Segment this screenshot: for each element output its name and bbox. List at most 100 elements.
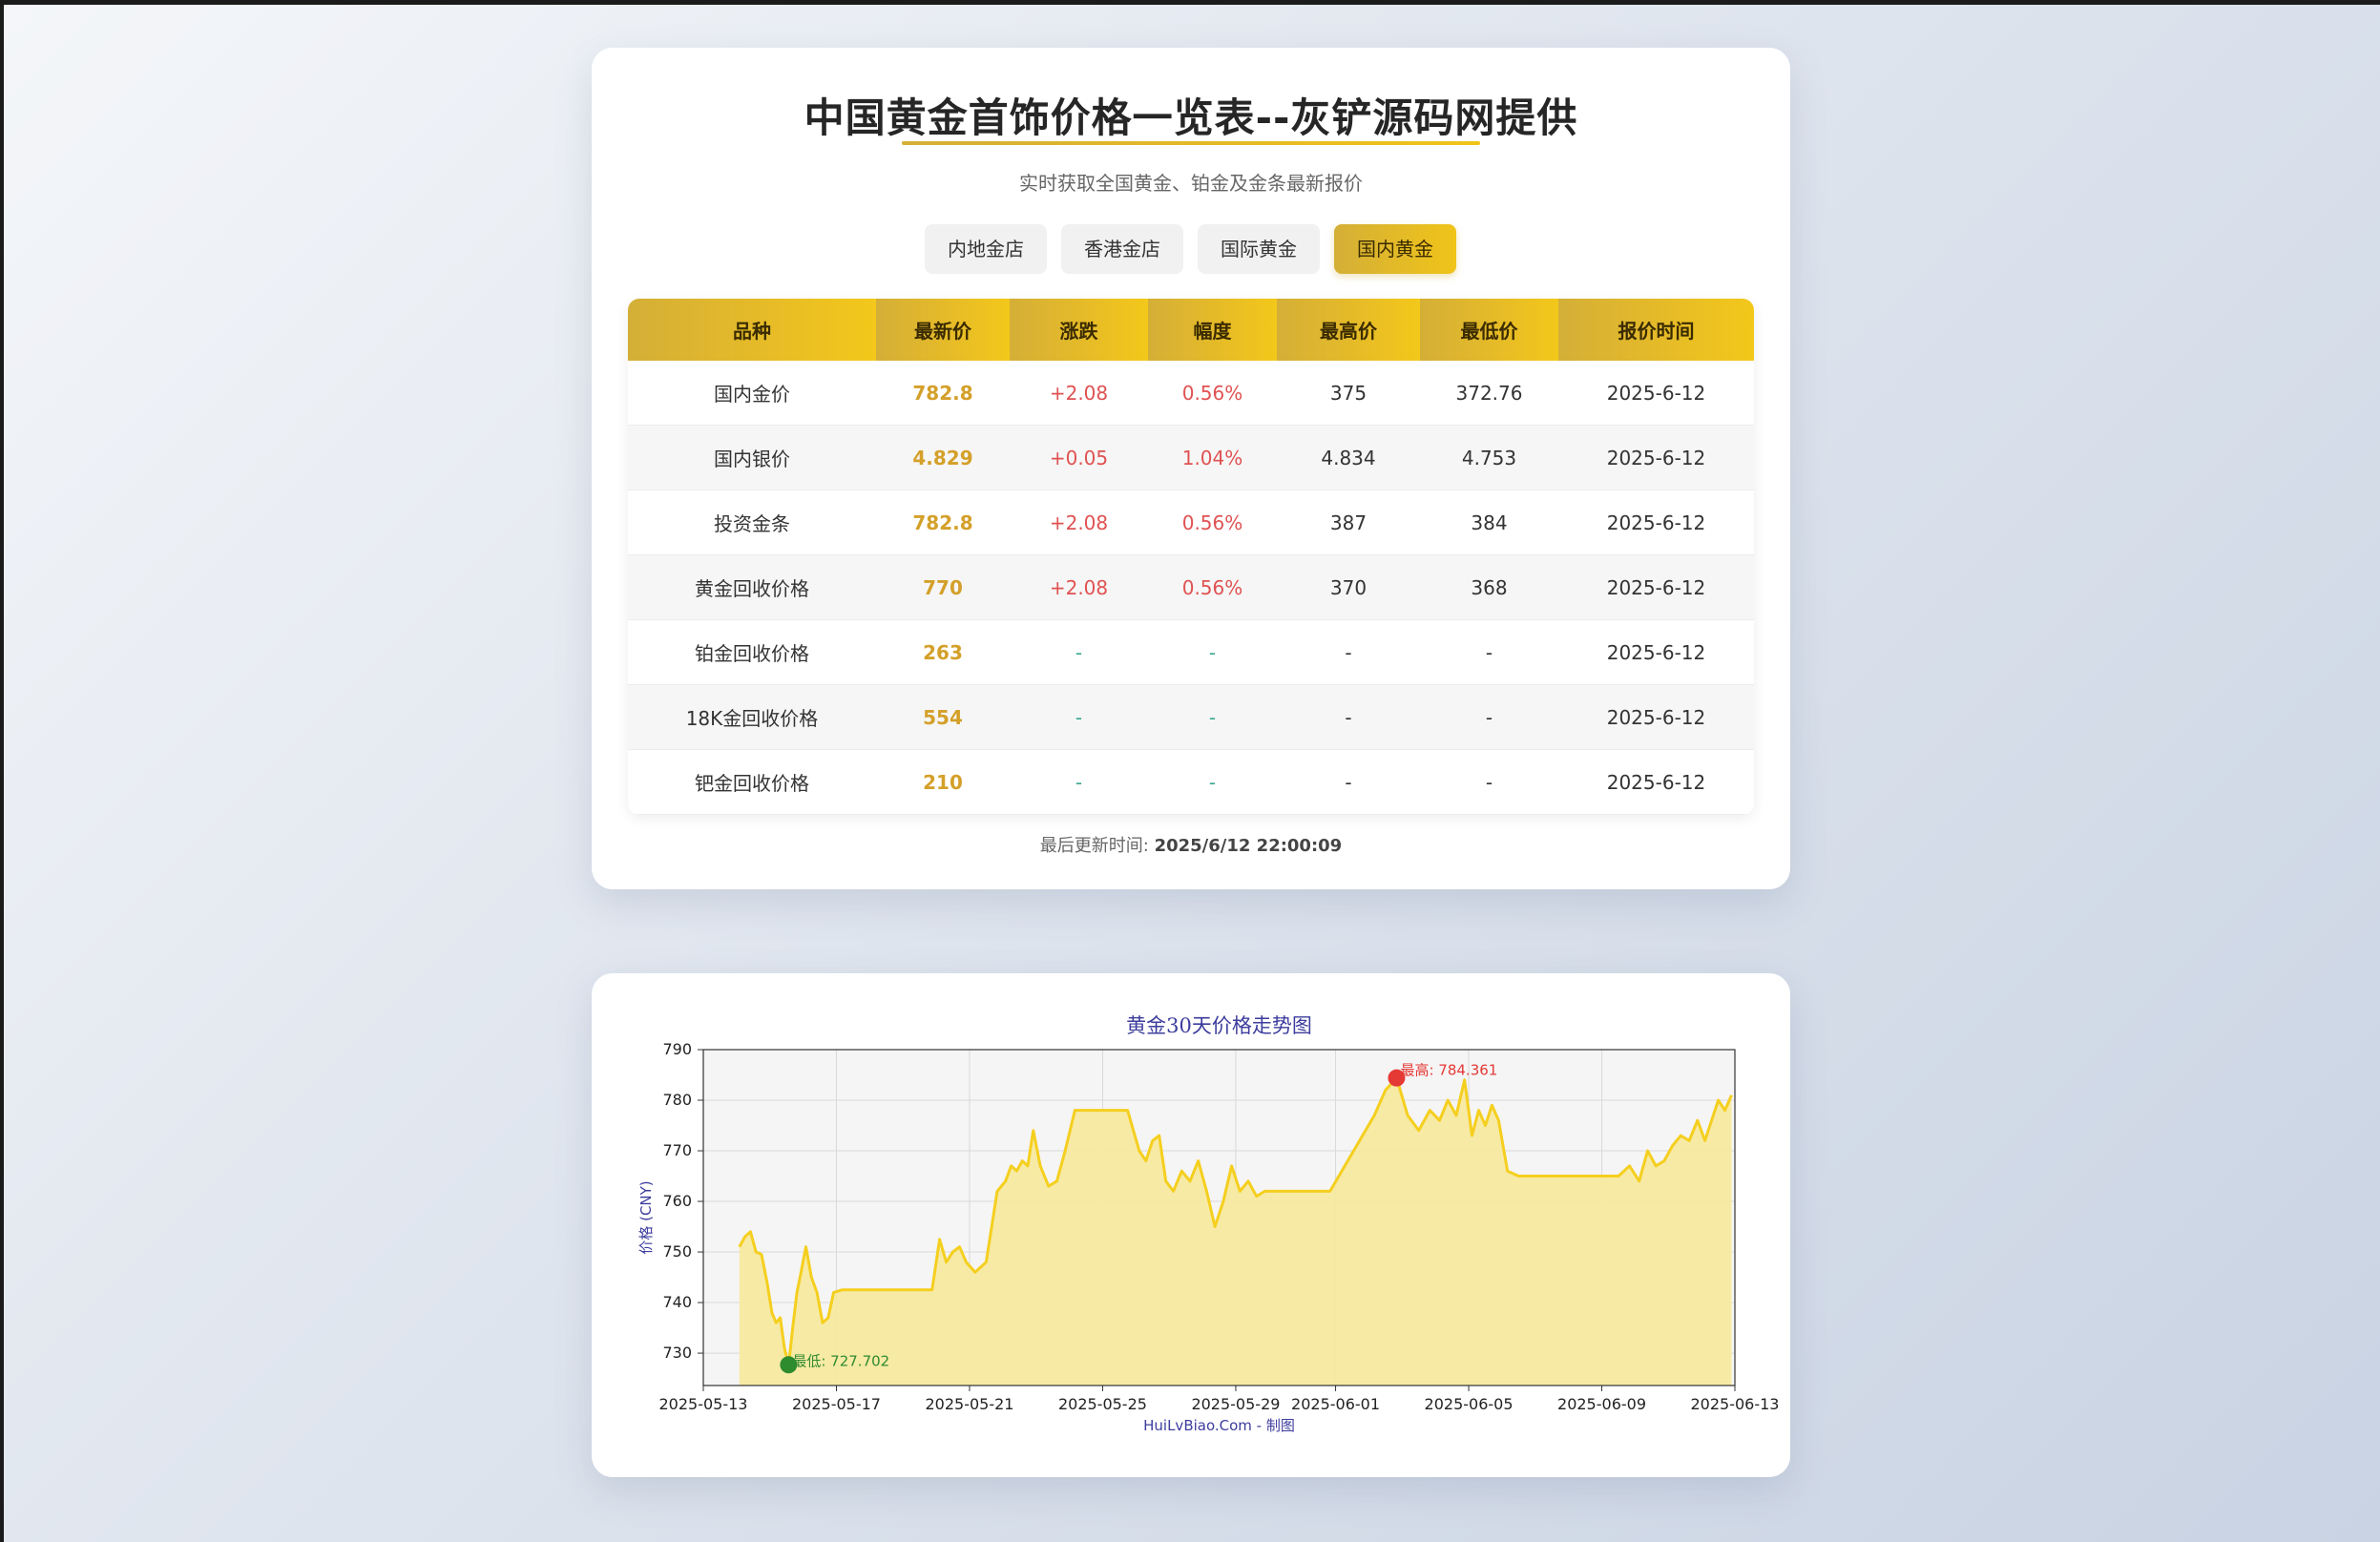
- last-updated-label: 最后更新时间:: [1039, 836, 1149, 856]
- table-row: 铂金回收价格 263 - - - - 2025-6-12: [628, 619, 1754, 685]
- column-header: 最新价: [876, 299, 1010, 361]
- cell-variety: 国内金价: [628, 361, 876, 426]
- column-header: 报价时间: [1558, 299, 1754, 361]
- x-tick-label: 2025-05-25: [1058, 1395, 1147, 1413]
- cell-variety: 铂金回收价格: [628, 619, 876, 685]
- table-row: 投资金条 782.8 +2.08 0.56% 387 384 2025-6-12: [628, 490, 1754, 555]
- y-tick-label: 760: [662, 1192, 692, 1210]
- cell-change-percent: 1.04%: [1148, 425, 1277, 490]
- cell-variety: 钯金回收价格: [628, 749, 876, 815]
- chart-ylabel: 价格 (CNY): [637, 1180, 655, 1254]
- cell-high: -: [1277, 684, 1420, 750]
- cell-change-percent: 0.56%: [1148, 554, 1277, 620]
- cell-quote-time: 2025-6-12: [1558, 554, 1754, 620]
- page-title: 中国黄金首饰价格一览表--灰铲源码网提供: [804, 94, 1578, 141]
- cell-latest-price: 210: [876, 749, 1010, 815]
- price-table-card: 中国黄金首饰价格一览表--灰铲源码网提供 实时获取全国黄金、铂金及金条最新报价 …: [592, 48, 1790, 889]
- page-subtitle: 实时获取全国黄金、铂金及金条最新报价: [1019, 172, 1363, 195]
- x-tick-label: 2025-06-13: [1691, 1395, 1780, 1413]
- table-row: 18K金回收价格 554 - - - - 2025-6-12: [628, 684, 1754, 750]
- cell-high: -: [1277, 619, 1420, 685]
- column-header: 最高价: [1277, 299, 1420, 361]
- tab-mainland-stores[interactable]: 内地金店: [925, 224, 1047, 274]
- tab-international-gold[interactable]: 国际黄金: [1198, 224, 1320, 274]
- cell-latest-price: 554: [876, 684, 1010, 750]
- cell-variety: 国内银价: [628, 425, 876, 490]
- cell-low: 4.753: [1420, 425, 1558, 490]
- column-header: 涨跌: [1010, 299, 1148, 361]
- tab-hongkong-stores[interactable]: 香港金店: [1061, 224, 1183, 274]
- gold-price-chart: 2025-05-13 2025-05-17 2025-05-21 2025-05-25…: [637, 1014, 1780, 1434]
- cell-high: 4.834: [1277, 425, 1420, 490]
- cell-latest-price: 782.8: [876, 490, 1010, 555]
- y-tick-label: 790: [662, 1040, 692, 1058]
- table-header-row: 品种 最新价 涨跌 幅度 最高价 最低价 报价时间: [628, 299, 1754, 361]
- cell-change: -: [1010, 749, 1148, 815]
- chart-xlabel: HuiLvBiao.Com - 制图: [1143, 1417, 1295, 1434]
- y-tick-label: 770: [662, 1141, 692, 1159]
- y-tick-label: 740: [662, 1293, 692, 1311]
- cell-change-percent: 0.56%: [1148, 361, 1277, 426]
- cell-low: -: [1420, 619, 1558, 685]
- cell-low: 368: [1420, 554, 1558, 620]
- table-row: 黄金回收价格 770 +2.08 0.56% 370 368 2025-6-12: [628, 554, 1754, 620]
- market-tabs: 内地金店 香港金店 国际黄金 国内黄金: [925, 224, 1456, 274]
- cell-high: 370: [1277, 554, 1420, 620]
- cell-variety: 投资金条: [628, 490, 876, 555]
- tab-domestic-gold[interactable]: 国内黄金: [1334, 224, 1456, 274]
- cell-change-percent: -: [1148, 684, 1277, 750]
- cell-quote-time: 2025-6-12: [1558, 749, 1754, 815]
- cell-change-percent: 0.56%: [1148, 490, 1277, 555]
- cell-quote-time: 2025-6-12: [1558, 361, 1754, 426]
- x-tick-label: 2025-05-21: [925, 1395, 1013, 1413]
- cell-change: +2.08: [1010, 554, 1148, 620]
- cell-change: -: [1010, 619, 1148, 685]
- cell-low: 372.76: [1420, 361, 1558, 426]
- window-left-border: [0, 0, 4, 1542]
- cell-quote-time: 2025-6-12: [1558, 425, 1754, 490]
- cell-change: +2.08: [1010, 490, 1148, 555]
- cell-variety: 黄金回收价格: [628, 554, 876, 620]
- cell-change: +2.08: [1010, 361, 1148, 426]
- min-price-label: 最低: 727.702: [792, 1352, 889, 1369]
- cell-change: -: [1010, 684, 1148, 750]
- last-updated-value: 2025/6/12 22:00:09: [1154, 836, 1343, 856]
- price-table-wrapper: 品种 最新价 涨跌 幅度 最高价 最低价 报价时间 国内金价 782.8 +2.…: [628, 299, 1754, 815]
- cell-latest-price: 4.829: [876, 425, 1010, 490]
- cell-low: 384: [1420, 490, 1558, 555]
- window-top-border: [0, 0, 2380, 5]
- table-row: 钯金回收价格 210 - - - - 2025-6-12: [628, 749, 1754, 815]
- x-tick-label: 2025-06-05: [1425, 1395, 1514, 1413]
- x-tick-label: 2025-06-01: [1291, 1395, 1380, 1413]
- price-chart-card: 2025-05-13 2025-05-17 2025-05-21 2025-05-25…: [592, 973, 1790, 1477]
- x-tick-label: 2025-05-17: [792, 1395, 881, 1413]
- column-header: 最低价: [1420, 299, 1558, 361]
- column-header: 品种: [628, 299, 876, 361]
- x-tick-label: 2025-06-09: [1557, 1395, 1646, 1413]
- cell-latest-price: 263: [876, 619, 1010, 685]
- y-tick-label: 780: [662, 1091, 692, 1109]
- table-row: 国内银价 4.829 +0.05 1.04% 4.834 4.753 2025-…: [628, 425, 1754, 490]
- cell-high: 375: [1277, 361, 1420, 426]
- cell-change-percent: -: [1148, 619, 1277, 685]
- cell-variety: 18K金回收价格: [628, 684, 876, 750]
- x-tick-label: 2025-05-13: [659, 1395, 748, 1413]
- max-price-label: 最高: 784.361: [1400, 1062, 1497, 1079]
- table-row: 国内金价 782.8 +2.08 0.56% 375 372.76 2025-6…: [628, 361, 1754, 426]
- cell-low: -: [1420, 749, 1558, 815]
- x-tick-label: 2025-05-29: [1191, 1395, 1280, 1413]
- y-tick-label: 730: [662, 1344, 692, 1362]
- cell-high: -: [1277, 749, 1420, 815]
- title-underline: [902, 141, 1480, 145]
- y-tick-label: 750: [662, 1242, 692, 1261]
- column-header: 幅度: [1148, 299, 1277, 361]
- price-table: 品种 最新价 涨跌 幅度 最高价 最低价 报价时间 国内金价 782.8 +2.…: [628, 299, 1754, 815]
- last-updated: 最后更新时间: 2025/6/12 22:00:09: [592, 832, 1790, 857]
- cell-quote-time: 2025-6-12: [1558, 490, 1754, 555]
- cell-quote-time: 2025-6-12: [1558, 619, 1754, 685]
- cell-latest-price: 770: [876, 554, 1010, 620]
- cell-low: -: [1420, 684, 1558, 750]
- cell-latest-price: 782.8: [876, 361, 1010, 426]
- cell-quote-time: 2025-6-12: [1558, 684, 1754, 750]
- cell-change: +0.05: [1010, 425, 1148, 490]
